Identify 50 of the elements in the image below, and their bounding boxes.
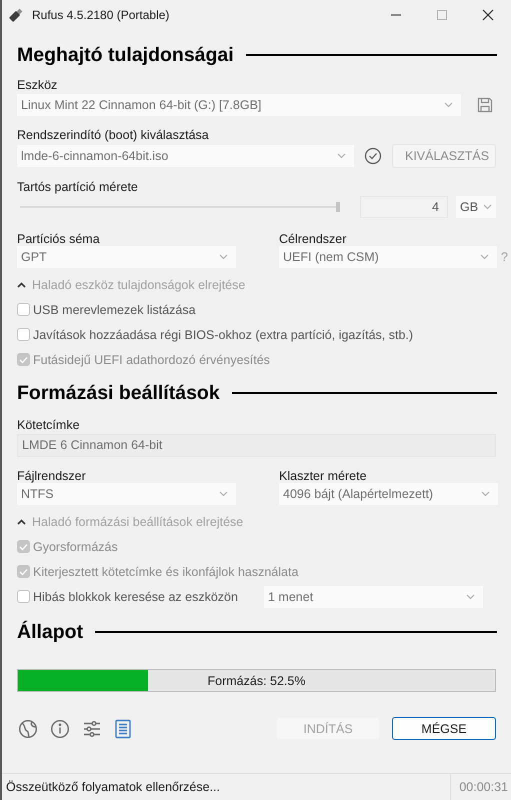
window-title: Rufus 4.5.2180 (Portable) xyxy=(32,8,170,22)
action-button[interactable]: MÉGSE xyxy=(392,717,496,740)
select-button[interactable]: KIVÁLASZTÁS xyxy=(392,144,496,168)
globe-icon[interactable] xyxy=(18,718,38,738)
field-label: Tartós partíció mérete xyxy=(17,179,139,194)
caret-up-icon[interactable] xyxy=(17,282,26,288)
chevron-down-icon xyxy=(219,491,228,497)
field-label: Eszköz xyxy=(17,77,58,92)
save-icon[interactable] xyxy=(477,97,493,113)
status-text: Összeütköző folyamatok ellenőrzése... xyxy=(5,780,221,794)
info-icon[interactable] xyxy=(50,718,70,738)
dropdown[interactable]: 1 menet xyxy=(264,586,483,608)
section-heading: Formázási beállítások xyxy=(17,382,220,404)
check-icon xyxy=(19,568,28,576)
dropdown[interactable]: GPT xyxy=(17,246,236,268)
chevron-down-icon xyxy=(219,254,228,260)
dropdown[interactable]: Linux Mint 22 Cinnamon 64-bit (G:) [7.8GB] xyxy=(17,94,461,116)
chevron-down-icon xyxy=(481,491,490,497)
check-icon xyxy=(19,356,28,364)
sliders-icon[interactable] xyxy=(82,718,102,738)
check-icon xyxy=(19,542,28,550)
chevron-down-icon xyxy=(337,153,346,159)
chevron-down-icon xyxy=(483,204,492,210)
volume-label-field[interactable]: LMDE 6 Cinnamon 64-bit xyxy=(17,434,496,457)
field-label: Rendszerindító (boot) kiválasztása xyxy=(17,127,210,142)
caret-up-icon[interactable] xyxy=(17,519,26,525)
progress-text: Formázás: 52.5% xyxy=(208,674,306,688)
chevron-down-icon xyxy=(466,594,475,600)
checkbox-option[interactable]: Javítások hozzáadása régi BIOS-okhoz (extra partíció, igazítás, stb.) xyxy=(17,328,414,342)
dropdown[interactable]: UEFI (nem CSM) xyxy=(279,246,498,268)
notebook-icon[interactable] xyxy=(114,718,132,738)
dropdown[interactable]: NTFS xyxy=(17,483,236,505)
elapsed-time: 00:00:31 xyxy=(459,780,508,794)
chevron-down-icon xyxy=(480,254,490,260)
checkbox-option[interactable]: USB merevlemezek listázása xyxy=(17,302,196,316)
section-heading: Meghajtó tulajdonságai xyxy=(17,44,234,66)
field-label: Partíciós séma xyxy=(17,231,101,246)
field-label: Kötetcímke xyxy=(17,417,81,432)
check-circle-icon xyxy=(364,147,382,165)
checkbox-option[interactable]: Hibás blokkok keresése az eszközön xyxy=(17,590,238,604)
dropdown[interactable]: 4096 bájt (Alapértelmezett) xyxy=(279,483,498,505)
field-label: Fájlrendszer xyxy=(17,468,87,483)
field-label: Klaszter mérete xyxy=(279,468,368,483)
unit-dropdown[interactable]: GB xyxy=(456,196,496,218)
size-field[interactable]: 4 xyxy=(360,196,448,218)
chevron-down-icon xyxy=(444,102,453,108)
dropdown[interactable]: lmde-6-cinnamon-64bit.iso xyxy=(17,145,354,167)
field-label: Célrendszer xyxy=(279,231,348,246)
section-heading: Állapot xyxy=(17,620,84,644)
usb-drive-icon xyxy=(8,7,24,23)
